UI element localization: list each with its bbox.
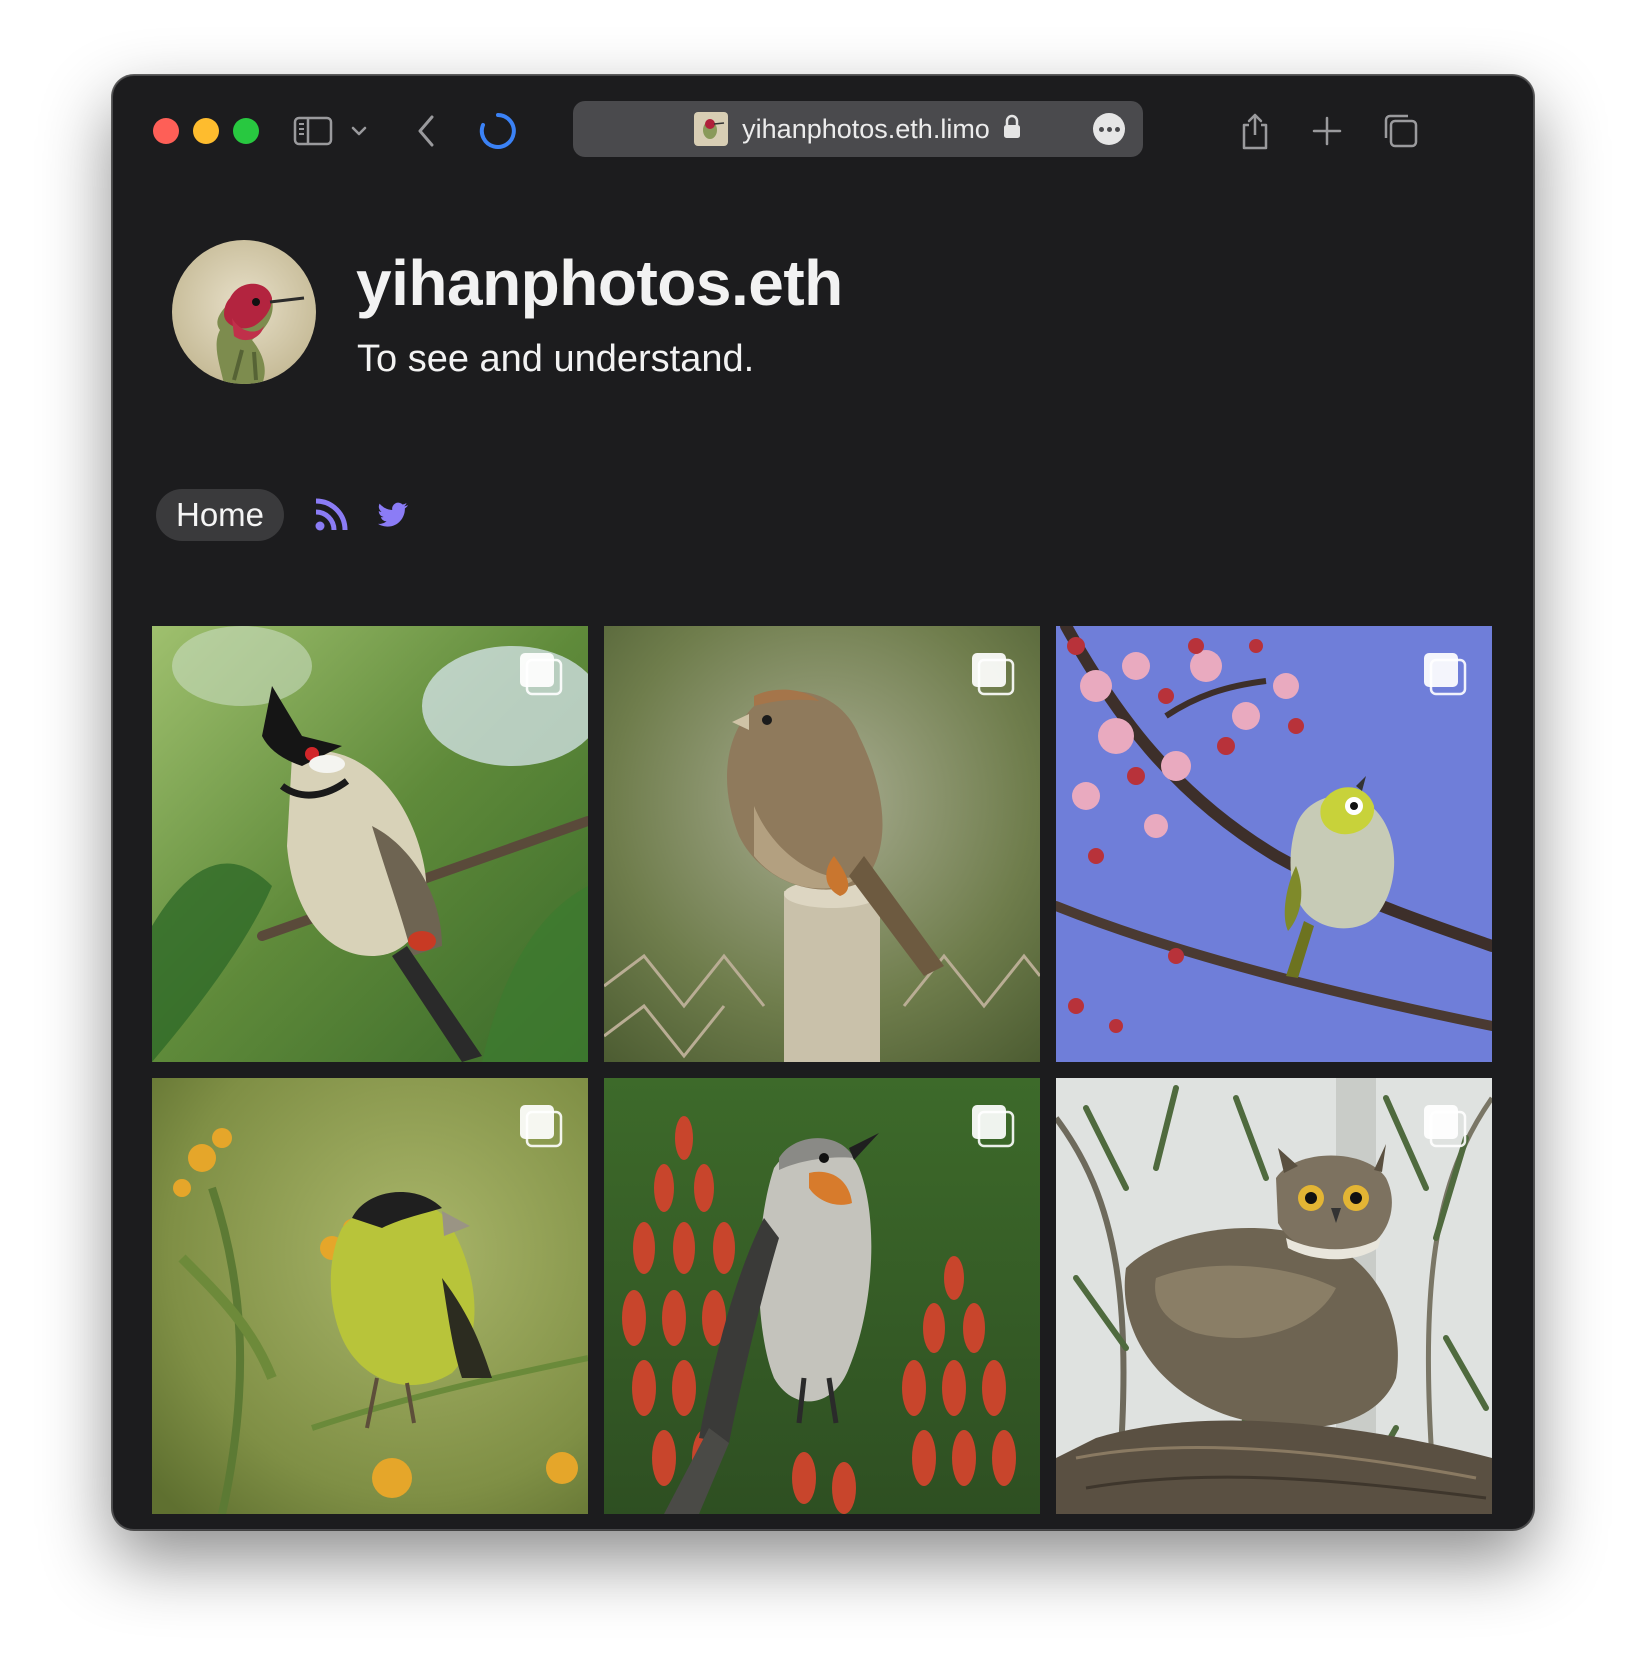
gallery-photo-bulbul[interactable] xyxy=(152,626,588,1062)
rss-icon[interactable] xyxy=(314,498,348,532)
site-avatar[interactable] xyxy=(172,240,316,384)
browser-toolbar: yihanphotos.eth.limo xyxy=(113,76,1533,186)
tab-overview-icon[interactable] xyxy=(1381,106,1421,156)
gallery-photo-mockingbird[interactable] xyxy=(604,1078,1040,1514)
gallery-photo-goldfinch[interactable] xyxy=(152,1078,588,1514)
zoom-window-button[interactable] xyxy=(233,118,259,144)
site-favicon-icon xyxy=(694,112,729,146)
close-window-button[interactable] xyxy=(153,118,179,144)
gallery-photo-towhee[interactable] xyxy=(604,626,1040,1062)
multiple-images-icon xyxy=(972,653,1015,696)
twitter-icon[interactable] xyxy=(378,502,409,528)
multiple-images-icon xyxy=(520,1105,563,1148)
nav-home-link[interactable]: Home xyxy=(156,489,285,541)
share-icon[interactable] xyxy=(1237,106,1273,156)
tab-group-chevron-down-icon[interactable] xyxy=(347,106,371,156)
address-bar[interactable]: yihanphotos.eth.limo xyxy=(573,101,1143,157)
page-menu-more-icon[interactable] xyxy=(1093,113,1125,145)
site-tagline: To see and understand. xyxy=(357,338,755,380)
loading-spinner-icon xyxy=(477,106,519,156)
back-chevron-icon[interactable] xyxy=(411,106,441,156)
lock-icon xyxy=(1002,114,1022,145)
url-text: yihanphotos.eth.limo xyxy=(742,113,990,144)
gallery-photo-white-eye[interactable] xyxy=(1056,626,1492,1062)
sidebar-toggle-icon[interactable] xyxy=(291,106,335,156)
site-title: yihanphotos.eth xyxy=(356,247,843,319)
site-nav: Home xyxy=(156,489,409,541)
multiple-images-icon xyxy=(972,1105,1015,1148)
gallery-photo-owl[interactable] xyxy=(1056,1078,1492,1514)
new-tab-plus-icon[interactable] xyxy=(1309,106,1345,156)
browser-window: yihanphotos.eth.limo yihanphotos.eth To … xyxy=(112,75,1534,1530)
multiple-images-icon xyxy=(520,653,563,696)
multiple-images-icon xyxy=(1424,1105,1467,1148)
multiple-images-icon xyxy=(1424,653,1467,696)
minimize-window-button[interactable] xyxy=(193,118,219,144)
